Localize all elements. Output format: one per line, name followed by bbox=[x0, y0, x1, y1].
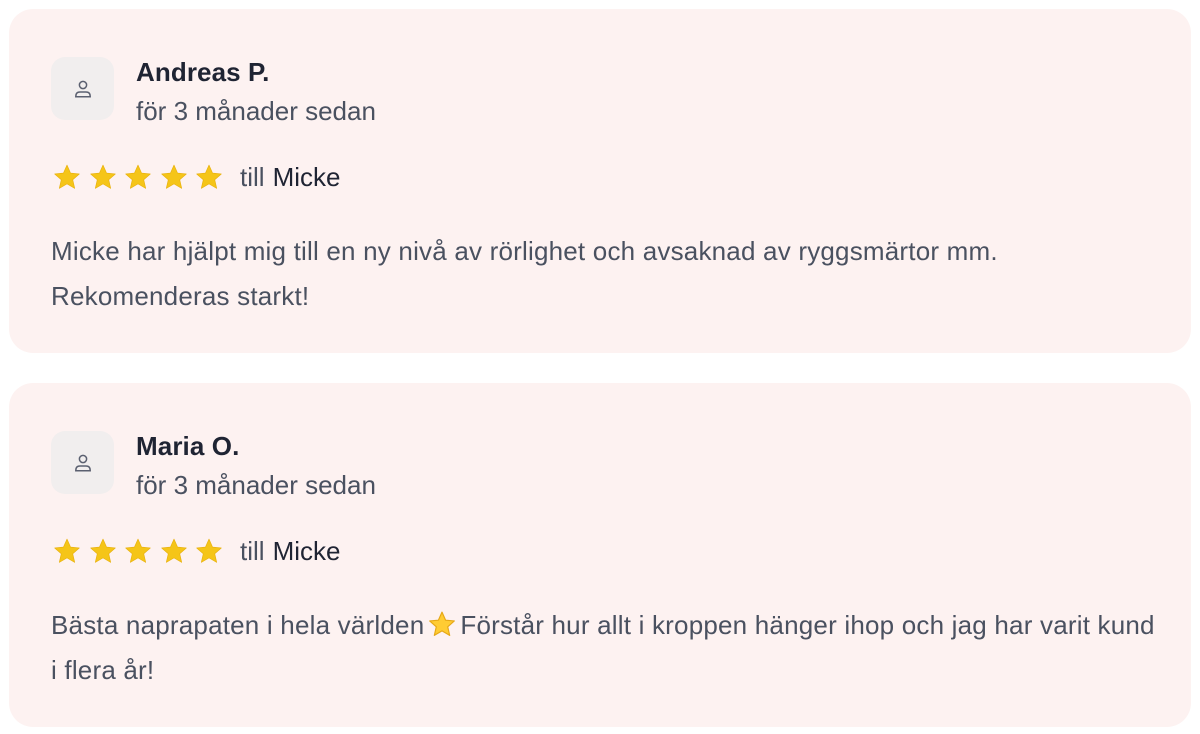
review-recipient: till Micke bbox=[240, 162, 340, 193]
reviewer-name: Andreas P. bbox=[136, 57, 270, 87]
user-icon bbox=[74, 454, 91, 472]
review-date: för 3 månader sedan bbox=[136, 470, 376, 500]
star-icon bbox=[54, 538, 80, 563]
star-icon bbox=[54, 164, 80, 189]
reviewer-name: Maria O. bbox=[136, 431, 240, 461]
star-icon bbox=[89, 538, 116, 563]
star-icon bbox=[125, 164, 151, 189]
user-icon bbox=[74, 80, 91, 98]
till-label: till bbox=[240, 535, 265, 566]
star-icon bbox=[160, 538, 187, 563]
review-card: Maria O. för 3 månader sedan till Micke B… bbox=[9, 383, 1191, 727]
star-icon bbox=[196, 538, 222, 563]
review-date: för 3 månader sedan bbox=[136, 96, 376, 126]
avatar bbox=[51, 57, 114, 120]
review-recipient: till Micke bbox=[240, 536, 340, 567]
star-icon bbox=[89, 164, 116, 189]
practitioner-name: Micke bbox=[272, 535, 341, 566]
star-rating bbox=[53, 163, 223, 191]
review-card: Andreas P. för 3 månader sedan till Micke… bbox=[9, 9, 1191, 353]
star-rating bbox=[53, 537, 223, 565]
avatar bbox=[51, 431, 114, 494]
till-label: till bbox=[240, 161, 265, 192]
rating-row: till Micke bbox=[53, 159, 340, 195]
review-text: Bästa naprapaten i hela världen Förstår h… bbox=[51, 603, 1161, 693]
rating-row: till Micke bbox=[53, 533, 340, 569]
review-text: Micke har hjälpt mig till en ny nivå av … bbox=[51, 236, 998, 311]
practitioner-name: Micke bbox=[272, 161, 341, 192]
review-text-part: Bästa naprapaten i hela världen bbox=[51, 610, 425, 640]
star-emoji-icon bbox=[429, 611, 456, 636]
star-icon bbox=[196, 164, 222, 189]
star-icon bbox=[125, 538, 151, 563]
star-icon bbox=[160, 164, 187, 189]
